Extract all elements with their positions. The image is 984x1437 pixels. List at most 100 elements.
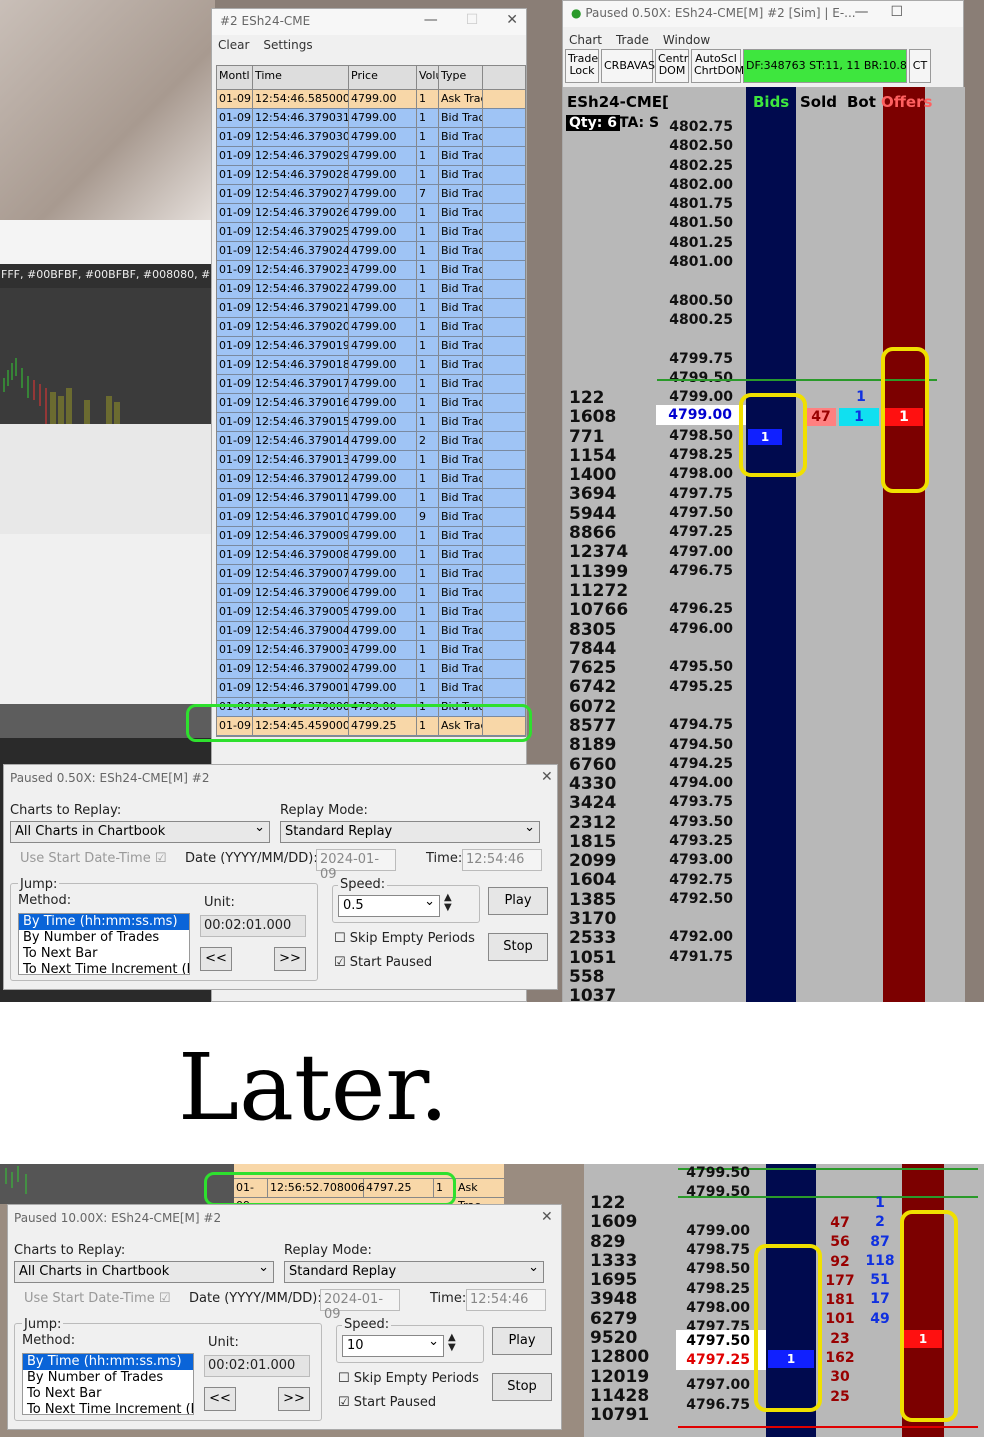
menu-window[interactable]: Window — [663, 33, 710, 47]
speed-select[interactable]: 0.5 — [338, 894, 440, 917]
ts-table-row[interactable]: 01-09 12:54:46.379014 4799.00 2 Bid Trad — [217, 432, 525, 451]
minimize-icon[interactable]: — — [424, 12, 438, 28]
autoscl-button[interactable]: AutoScl ChrtDOM — [691, 49, 744, 83]
unit-input[interactable]: 00:02:01.000 — [204, 1355, 310, 1377]
minimize-icon[interactable]: — — [854, 4, 868, 20]
next-button[interactable]: >> — [278, 1387, 310, 1411]
method-option[interactable]: To Next Bar — [19, 946, 189, 962]
ts-table-row[interactable]: 01-09 12:54:46.379016 4799.00 1 Bid Trad — [217, 394, 525, 413]
speed-spinner-icon[interactable]: ▲ ▼ — [448, 1333, 456, 1353]
method-option[interactable]: By Number of Trades — [19, 930, 189, 946]
method-list[interactable]: By Time (hh:mm:ss.ms) By Number of Trade… — [22, 1353, 194, 1415]
stop-button[interactable]: Stop — [488, 933, 548, 961]
price-level: 4799.50 — [686, 1184, 750, 1201]
unit-input[interactable]: 00:02:01.000 — [200, 915, 306, 937]
method-option[interactable]: By Time (hh:mm:ss.ms) — [23, 1354, 193, 1370]
ts-table-body: 01-09 12:54:46.585000 4799.00 1 Ask Trac 01-0… — [217, 90, 525, 736]
menu-chart[interactable]: Chart — [569, 33, 602, 47]
col-volume[interactable]: Volu — [417, 66, 439, 89]
ts-table-row[interactable]: 01-09 12:54:46.379007 4799.00 1 Bid Trad — [217, 565, 525, 584]
date-input[interactable]: 2024-01-09 — [316, 849, 396, 882]
ts-table-row[interactable]: 01-09 12:54:46.379023 4799.00 1 Bid Trad — [217, 261, 525, 280]
bids-column[interactable] — [746, 87, 796, 1002]
mode-select[interactable]: Standard Replay — [284, 1260, 544, 1283]
ts-table-row[interactable]: 01-09 12:54:46.379010 4799.00 9 Bid Trad — [217, 508, 525, 527]
skip-empty-checkbox[interactable]: ☐ Skip Empty Periods — [334, 931, 475, 946]
start-paused-checkbox[interactable]: ☑ Start Paused — [334, 955, 432, 970]
prev-button[interactable]: << — [204, 1387, 236, 1411]
close-icon[interactable]: ✕ — [541, 769, 553, 785]
volume-value: 3170 — [569, 909, 617, 930]
speed-select[interactable]: 10 — [342, 1334, 444, 1357]
ts-table-row[interactable]: 01-09 12:54:46.379029 4799.00 1 Bid Trad — [217, 147, 525, 166]
charts-select[interactable]: All Charts in Chartbook — [10, 820, 270, 843]
close-icon[interactable]: ✕ — [506, 12, 518, 28]
ct-button[interactable]: CT — [909, 49, 931, 83]
next-button[interactable]: >> — [274, 947, 306, 971]
speed-spinner-icon[interactable]: ▲ ▼ — [444, 893, 452, 913]
ts-cell: 4799.00 — [349, 527, 417, 545]
date-input[interactable]: 2024-01-09 — [320, 1289, 400, 1322]
play-button[interactable]: Play — [492, 1327, 552, 1355]
ts-table-row[interactable]: 01-09 12:54:46.379004 4799.00 1 Bid Trad — [217, 622, 525, 641]
centr-dom-button[interactable]: Centr DOM — [655, 49, 689, 83]
ts-table-row[interactable]: 01-09 12:54:46.379022 4799.00 1 Bid Trad — [217, 280, 525, 299]
method-option[interactable]: To Next Time Increment (h — [23, 1402, 193, 1414]
close-icon[interactable]: ✕ — [541, 1209, 553, 1225]
stop-button[interactable]: Stop — [492, 1373, 552, 1401]
ts-table-row[interactable]: 01-09 12:54:46.379020 4799.00 1 Bid Trad — [217, 318, 525, 337]
trade-lock-button[interactable]: Trade Lock — [565, 49, 599, 83]
ts-table-row[interactable]: 01-09 12:54:46.379012 4799.00 1 Bid Trad — [217, 470, 525, 489]
ts-table-row[interactable]: 01-09 12:54:46.379005 4799.00 1 Bid Trad — [217, 603, 525, 622]
method-option[interactable]: To Next Time Increment (h — [19, 962, 189, 974]
ts-table-row[interactable]: 01-09 12:54:46.379027 4799.00 7 Bid Trad — [217, 185, 525, 204]
ts-table-row[interactable]: 01-09 12:54:46.379021 4799.00 1 Bid Trad — [217, 299, 525, 318]
ts-table-row[interactable]: 01-09 12:54:46.379008 4799.00 1 Bid Trad — [217, 546, 525, 565]
menu-settings[interactable]: Settings — [263, 38, 312, 54]
start-paused-checkbox[interactable]: ☑ Start Paused — [338, 1395, 436, 1410]
ts-table-row[interactable]: 01-09 12:54:46.379019 4799.00 1 Bid Trad — [217, 337, 525, 356]
ts-table-row[interactable]: 01-09 12:54:46.379009 4799.00 1 Bid Trad — [217, 527, 525, 546]
method-list[interactable]: By Time (hh:mm:ss.ms) By Number of Trade… — [18, 913, 190, 975]
mode-select[interactable]: Standard Replay — [280, 820, 540, 843]
crbavas-button[interactable]: CRBAVAS — [601, 49, 655, 83]
charts-select[interactable]: All Charts in Chartbook — [14, 1260, 274, 1283]
col-month[interactable]: Montl — [217, 66, 253, 89]
ts-table-row[interactable]: 01-09 12:54:46.379030 4799.00 1 Bid Trad — [217, 128, 525, 147]
col-time[interactable]: Time — [253, 66, 349, 89]
method-option[interactable]: By Time (hh:mm:ss.ms) — [19, 914, 189, 930]
ts-table-row[interactable]: 01-09 12:54:46.379003 4799.00 1 Bid Trad — [217, 641, 525, 660]
price-level: 4798.00 — [686, 1300, 750, 1317]
bot-value: 87 — [870, 1233, 890, 1250]
ts-table-row[interactable]: 01-09 12:54:46.379015 4799.00 1 Bid Trad — [217, 413, 525, 432]
method-option[interactable]: To Next Bar — [23, 1386, 193, 1402]
ts-table-row[interactable]: 01-09 12:54:46.379017 4799.00 1 Bid Trad — [217, 375, 525, 394]
ts-table-row[interactable]: 01-09 12:54:46.379031 4799.00 1 Bid Trad — [217, 109, 525, 128]
prev-button[interactable]: << — [200, 947, 232, 971]
ts-table-row[interactable]: 01-09 12:54:46.379028 4799.00 1 Bid Trad — [217, 166, 525, 185]
time-input[interactable]: 12:54:46 — [462, 849, 542, 871]
maximize-icon[interactable]: ☐ — [466, 12, 479, 28]
ts-table-row[interactable]: 01-09 12:54:46.379011 4799.00 1 Bid Trad — [217, 489, 525, 508]
col-price[interactable]: Price — [349, 66, 417, 89]
ts-table-row[interactable]: 01-09 12:54:46.379001 4799.00 1 Bid Trad — [217, 679, 525, 698]
ts-table-row[interactable]: 01-09 12:54:46.379025 4799.00 1 Bid Trad — [217, 223, 525, 242]
menu-trade[interactable]: Trade — [616, 33, 649, 47]
play-button[interactable]: Play — [488, 887, 548, 915]
ts-table-row[interactable]: 01-09 12:54:46.379002 4799.00 1 Bid Trad — [217, 660, 525, 679]
ts-table-row[interactable]: 01-09 12:54:46.379024 4799.00 1 Bid Trad — [217, 242, 525, 261]
method-option[interactable]: By Number of Trades — [23, 1370, 193, 1386]
ts-table-row[interactable]: 01-09 12:54:46.585000 4799.00 1 Ask Trac — [217, 90, 525, 109]
ts-table-row[interactable]: 01-09 12:54:46.379018 4799.00 1 Bid Trad — [217, 356, 525, 375]
ts-table-row[interactable]: 01-09 12:54:46.379006 4799.00 1 Bid Trad — [217, 584, 525, 603]
maximize-icon[interactable]: ☐ — [890, 4, 903, 20]
offers-column[interactable] — [883, 87, 925, 1002]
col-type[interactable]: Type — [439, 66, 483, 89]
ts-cell: 1 — [417, 622, 439, 640]
skip-empty-checkbox[interactable]: ☐ Skip Empty Periods — [338, 1371, 479, 1386]
ts-table-row[interactable]: 01-09 12:54:46.379013 4799.00 1 Bid Trad — [217, 451, 525, 470]
ts-table-row[interactable]: 01-09 12:54:46.379026 4799.00 1 Bid Trad — [217, 204, 525, 223]
price-level: 4794.00 — [669, 775, 733, 792]
time-input[interactable]: 12:54:46 — [466, 1289, 546, 1311]
menu-clear[interactable]: Clear — [218, 38, 249, 54]
